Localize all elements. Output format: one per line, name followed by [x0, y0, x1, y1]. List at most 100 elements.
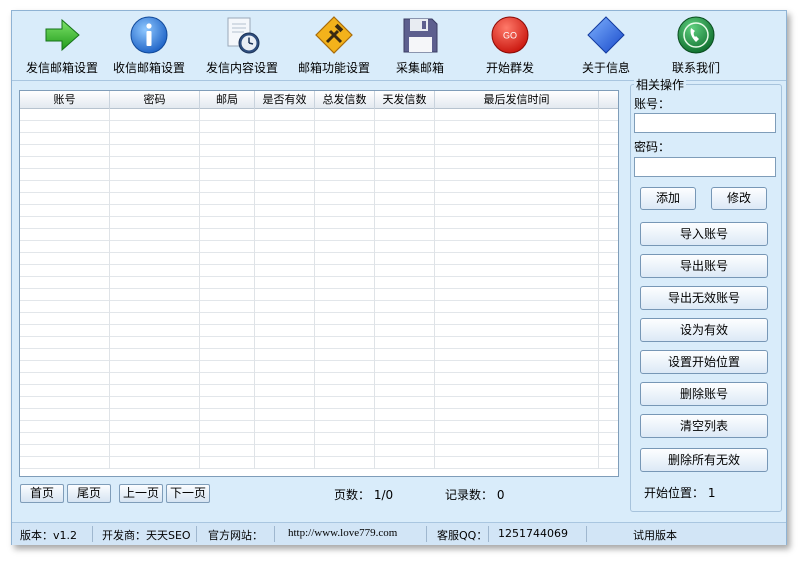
table-cell[interactable]: [20, 325, 110, 337]
table-cell[interactable]: [315, 397, 375, 409]
table-row[interactable]: [20, 433, 618, 445]
table-cell[interactable]: [110, 289, 200, 301]
table-cell[interactable]: [315, 109, 375, 121]
start-mass-send-button[interactable]: GO 开始群发: [478, 15, 542, 77]
table-cell[interactable]: [315, 289, 375, 301]
table-cell[interactable]: [435, 361, 599, 373]
table-cell[interactable]: [255, 109, 315, 121]
clear-list-button[interactable]: 清空列表: [640, 414, 768, 438]
account-input[interactable]: [634, 113, 776, 133]
table-row[interactable]: [20, 121, 618, 133]
table-cell[interactable]: [200, 433, 255, 445]
table-cell[interactable]: [599, 373, 618, 385]
table-cell[interactable]: [200, 301, 255, 313]
table-cell[interactable]: [255, 373, 315, 385]
table-cell[interactable]: [435, 229, 599, 241]
table-cell[interactable]: [375, 445, 435, 457]
previous-page-button[interactable]: 上一页: [119, 484, 163, 503]
column-header-total-sent[interactable]: 总发信数: [315, 91, 375, 109]
table-cell[interactable]: [255, 145, 315, 157]
table-cell[interactable]: [255, 181, 315, 193]
table-cell[interactable]: [200, 349, 255, 361]
table-cell[interactable]: [375, 325, 435, 337]
table-row[interactable]: [20, 205, 618, 217]
table-row[interactable]: [20, 325, 618, 337]
column-header-last-send-time[interactable]: 最后发信时间: [435, 91, 599, 109]
table-cell[interactable]: [200, 421, 255, 433]
table-cell[interactable]: [110, 373, 200, 385]
table-cell[interactable]: [200, 169, 255, 181]
table-cell[interactable]: [255, 169, 315, 181]
table-cell[interactable]: [110, 421, 200, 433]
table-cell[interactable]: [599, 157, 618, 169]
table-cell[interactable]: [375, 349, 435, 361]
table-cell[interactable]: [20, 337, 110, 349]
table-cell[interactable]: [375, 205, 435, 217]
table-cell[interactable]: [435, 193, 599, 205]
table-cell[interactable]: [315, 421, 375, 433]
table-row[interactable]: [20, 457, 618, 469]
table-cell[interactable]: [375, 397, 435, 409]
table-cell[interactable]: [110, 277, 200, 289]
table-cell[interactable]: [255, 289, 315, 301]
table-cell[interactable]: [435, 133, 599, 145]
table-cell[interactable]: [315, 133, 375, 145]
table-cell[interactable]: [255, 133, 315, 145]
table-cell[interactable]: [255, 457, 315, 469]
table-cell[interactable]: [20, 121, 110, 133]
table-cell[interactable]: [435, 445, 599, 457]
table-cell[interactable]: [110, 361, 200, 373]
official-site-url[interactable]: http://www.love779.com: [288, 527, 397, 539]
table-cell[interactable]: [435, 181, 599, 193]
table-cell[interactable]: [110, 385, 200, 397]
table-cell[interactable]: [255, 277, 315, 289]
table-cell[interactable]: [20, 313, 110, 325]
table-cell[interactable]: [435, 217, 599, 229]
table-cell[interactable]: [200, 385, 255, 397]
table-cell[interactable]: [599, 253, 618, 265]
table-row[interactable]: [20, 229, 618, 241]
table-cell[interactable]: [599, 193, 618, 205]
table-cell[interactable]: [435, 457, 599, 469]
table-cell[interactable]: [435, 397, 599, 409]
inbox-settings-button[interactable]: 收信邮箱设置: [109, 15, 189, 77]
table-cell[interactable]: [315, 265, 375, 277]
table-cell[interactable]: [599, 121, 618, 133]
table-cell[interactable]: [255, 253, 315, 265]
table-cell[interactable]: [200, 109, 255, 121]
table-cell[interactable]: [435, 301, 599, 313]
table-cell[interactable]: [435, 421, 599, 433]
table-cell[interactable]: [435, 253, 599, 265]
table-cell[interactable]: [599, 361, 618, 373]
table-cell[interactable]: [599, 109, 618, 121]
table-cell[interactable]: [375, 217, 435, 229]
table-cell[interactable]: [315, 301, 375, 313]
table-cell[interactable]: [200, 325, 255, 337]
next-page-button[interactable]: 下一页: [166, 484, 210, 503]
table-cell[interactable]: [375, 181, 435, 193]
table-row[interactable]: [20, 361, 618, 373]
table-cell[interactable]: [110, 457, 200, 469]
import-accounts-button[interactable]: 导入账号: [640, 222, 768, 246]
table-cell[interactable]: [110, 157, 200, 169]
table-row[interactable]: [20, 241, 618, 253]
table-cell[interactable]: [200, 121, 255, 133]
table-cell[interactable]: [255, 445, 315, 457]
table-cell[interactable]: [435, 385, 599, 397]
table-cell[interactable]: [599, 217, 618, 229]
column-header-account[interactable]: 账号: [20, 91, 110, 109]
table-cell[interactable]: [375, 229, 435, 241]
table-cell[interactable]: [200, 445, 255, 457]
table-row[interactable]: [20, 181, 618, 193]
table-cell[interactable]: [20, 169, 110, 181]
table-cell[interactable]: [255, 205, 315, 217]
edit-button[interactable]: 修改: [711, 187, 767, 210]
table-cell[interactable]: [255, 229, 315, 241]
table-cell[interactable]: [20, 433, 110, 445]
export-invalid-accounts-button[interactable]: 导出无效账号: [640, 286, 768, 310]
table-row[interactable]: [20, 253, 618, 265]
table-cell[interactable]: [200, 337, 255, 349]
password-input[interactable]: [634, 157, 776, 177]
table-cell[interactable]: [375, 421, 435, 433]
table-row[interactable]: [20, 349, 618, 361]
